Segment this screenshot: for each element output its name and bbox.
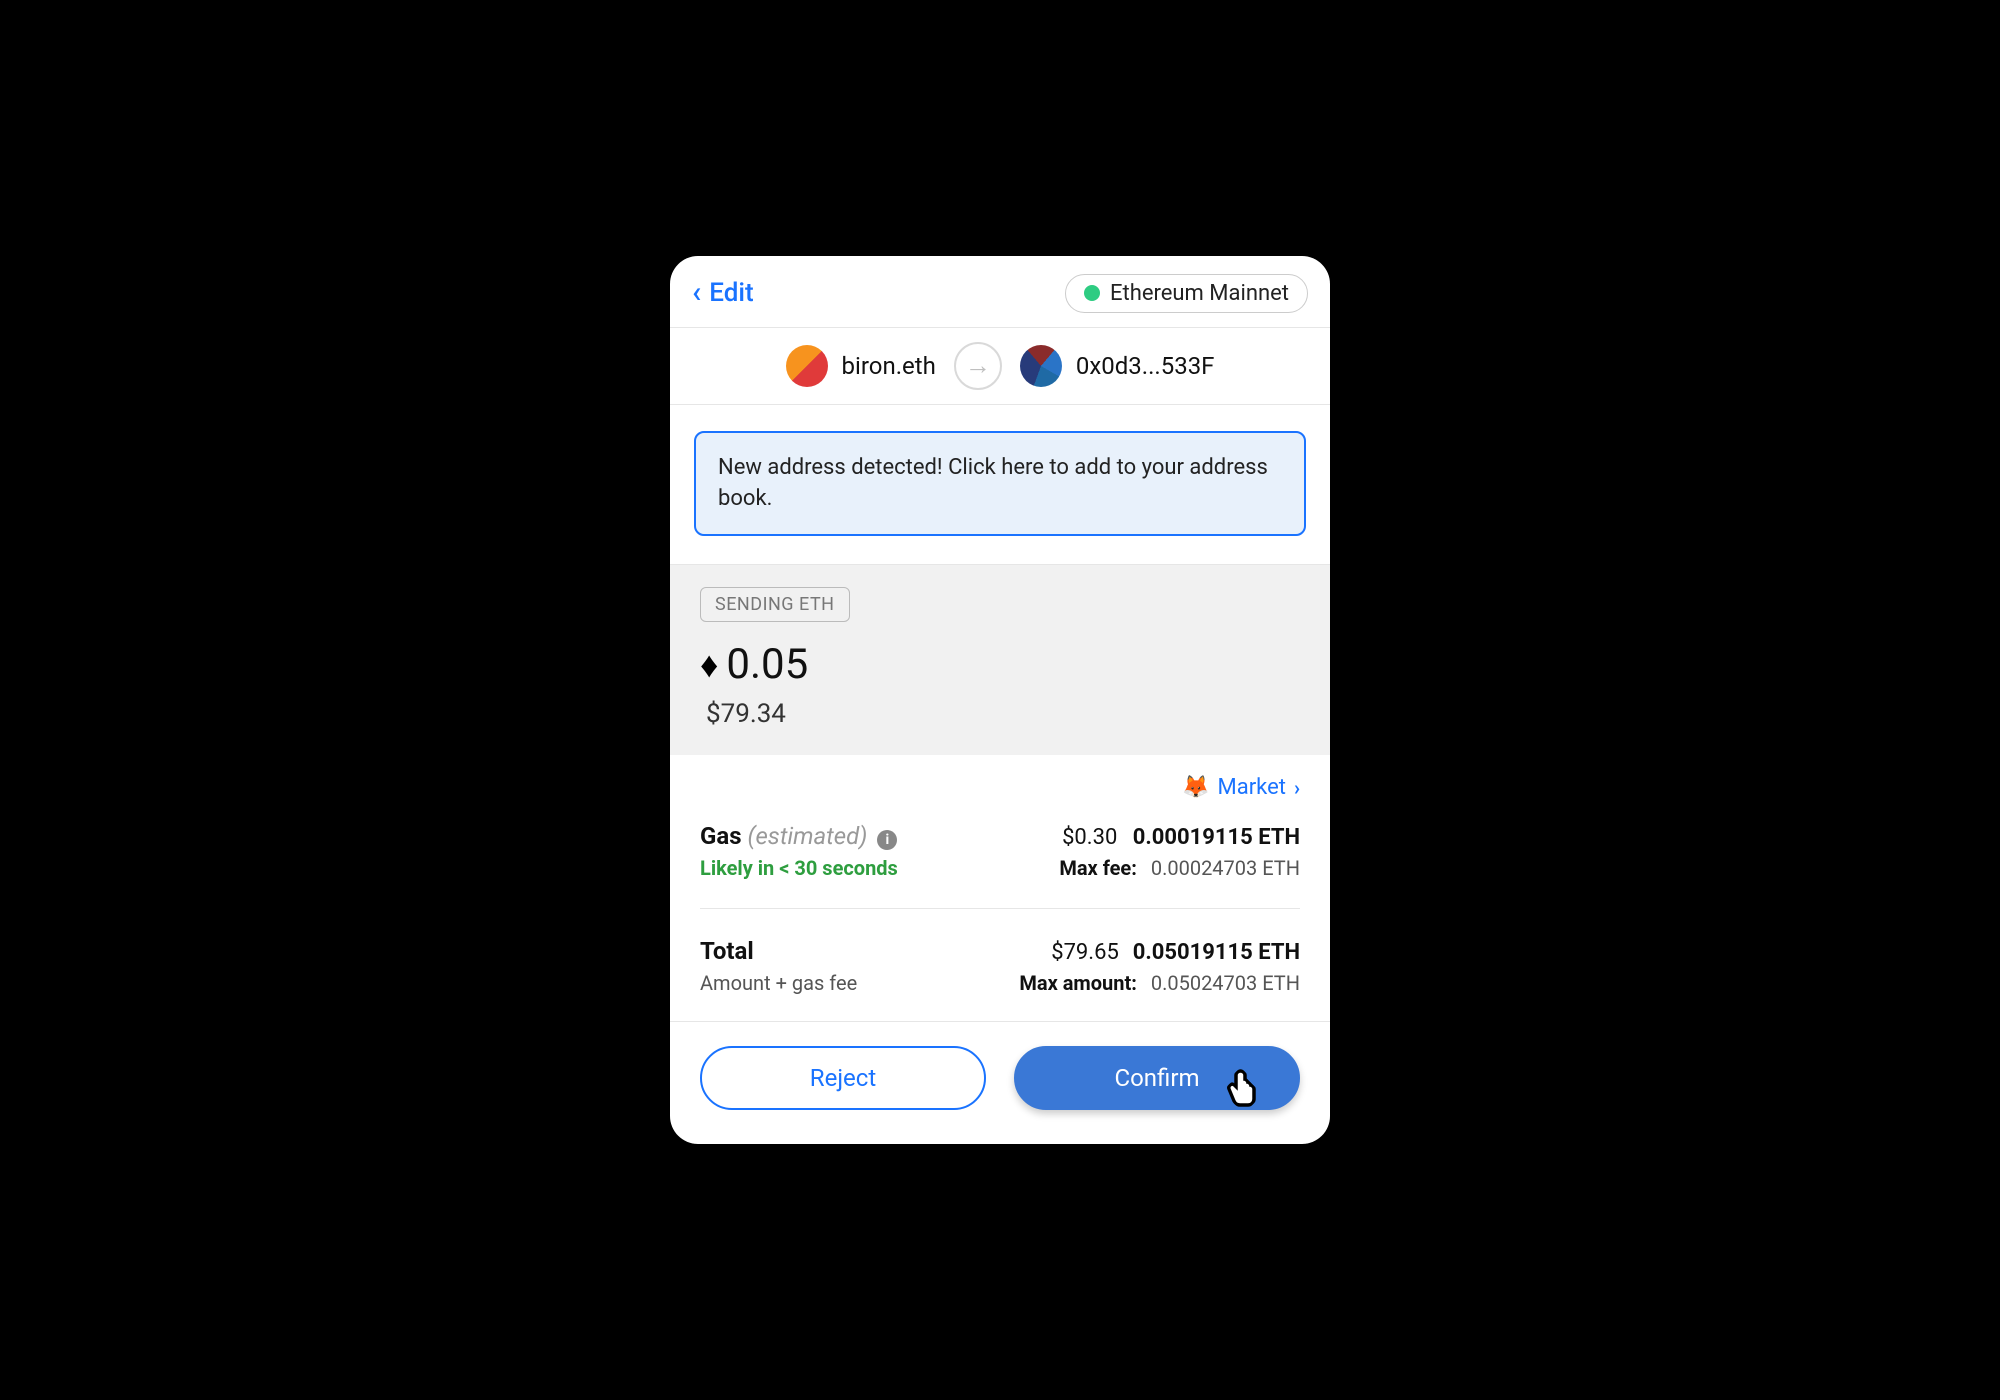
chevron-right-icon: ›: [1294, 776, 1300, 800]
amount-section: SENDING ETH ♦ 0.05 $79.34: [670, 565, 1330, 755]
back-edit-button[interactable]: ‹ Edit: [692, 278, 754, 308]
market-label: Market: [1218, 775, 1286, 800]
max-fee-row: Max fee: 0.00024703 ETH: [1059, 856, 1300, 880]
fees-section: 🦊 Market › Gas (estimated) i Likely in <…: [670, 755, 1330, 1011]
amount-row: ♦ 0.05: [700, 640, 1300, 689]
total-value: $79.65 0.05019115 ETH: [1019, 940, 1300, 965]
network-status-icon: [1084, 285, 1100, 301]
new-address-banner[interactable]: New address detected! Click here to add …: [694, 431, 1306, 537]
info-icon[interactable]: i: [877, 830, 897, 850]
gas-market-selector[interactable]: 🦊 Market ›: [700, 775, 1300, 800]
chevron-left-icon: ‹: [692, 278, 701, 308]
fox-icon: 🦊: [1182, 775, 1209, 800]
to-account[interactable]: 0x0d3...533F: [1020, 345, 1215, 387]
gas-label: Gas (estimated) i: [700, 822, 898, 850]
network-name: Ethereum Mainnet: [1110, 281, 1289, 306]
amount-crypto: 0.05: [726, 640, 808, 689]
arrow-right-icon: →: [954, 342, 1002, 390]
banner-text: New address detected! Click here to add …: [718, 455, 1268, 511]
banner-wrap: New address detected! Click here to add …: [670, 405, 1330, 566]
button-row: Reject Confirm: [670, 1021, 1330, 1144]
total-line: Total Amount + gas fee $79.65 0.05019115…: [700, 937, 1300, 995]
total-sublabel: Amount + gas fee: [700, 971, 857, 995]
from-account-label: biron.eth: [842, 352, 936, 380]
ethereum-icon: ♦: [700, 647, 718, 683]
gas-value: $0.30 0.00019115 ETH: [1059, 825, 1300, 850]
reject-button[interactable]: Reject: [700, 1046, 986, 1110]
cursor-pointer-icon: [1228, 1071, 1258, 1116]
divider: [700, 908, 1300, 909]
to-avatar-icon: [1020, 345, 1062, 387]
edit-label: Edit: [709, 278, 753, 308]
header: ‹ Edit Ethereum Mainnet: [670, 256, 1330, 328]
gas-line: Gas (estimated) i Likely in < 30 seconds…: [700, 822, 1300, 880]
sending-badge: SENDING ETH: [700, 587, 850, 622]
total-label: Total: [700, 937, 857, 965]
from-avatar-icon: [786, 345, 828, 387]
accounts-row: biron.eth → 0x0d3...533F: [670, 328, 1330, 405]
confirm-button[interactable]: Confirm: [1014, 1046, 1300, 1110]
network-badge[interactable]: Ethereum Mainnet: [1065, 274, 1308, 313]
from-account[interactable]: biron.eth: [786, 345, 936, 387]
amount-fiat: $79.34: [700, 699, 1300, 729]
transaction-confirm-card: ‹ Edit Ethereum Mainnet biron.eth → 0x0d…: [670, 256, 1330, 1145]
to-account-label: 0x0d3...533F: [1076, 352, 1215, 380]
max-amount-row: Max amount: 0.05024703 ETH: [1019, 971, 1300, 995]
gas-likely-text: Likely in < 30 seconds: [700, 856, 898, 880]
